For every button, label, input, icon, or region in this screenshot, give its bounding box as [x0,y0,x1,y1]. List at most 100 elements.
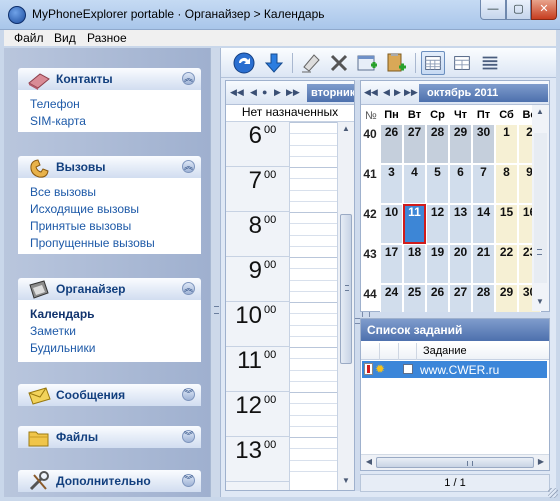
day-cell[interactable]: 27 [403,124,426,164]
day-cell[interactable]: 3 [380,164,403,204]
day-cell[interactable]: 21 [472,244,495,284]
task-checkbox[interactable] [403,364,413,374]
right-arrow-icon[interactable]: ▶ [274,87,281,98]
day-cell[interactable]: 28 [426,124,449,164]
delete-x-icon[interactable] [327,51,351,75]
week-number[interactable]: 44 [361,287,379,301]
task-row[interactable]: ✹ www.CWER.ru [362,361,547,378]
day-scrollbar[interactable]: ▲ ▼ [337,122,354,490]
sidebar-section-contacts[interactable]: Контакты ︽ [18,68,201,90]
sidebar-splitter[interactable] [210,48,221,497]
day-cell[interactable]: 17 [380,244,403,284]
day-cell[interactable]: 15 [495,204,518,244]
chevron-up-icon[interactable]: ︽ [182,160,195,173]
resize-grip-icon[interactable] [548,488,558,498]
chevron-down-icon[interactable]: ︾ [182,388,195,401]
double-left-arrow-icon[interactable]: ◀◀ [364,87,378,98]
maximize-button[interactable]: ▢ [506,0,531,20]
sidebar-item-phone[interactable]: Телефон [30,97,80,111]
day-cell[interactable]: 20 [449,244,472,284]
menu-file[interactable]: Файл [14,31,44,45]
month-view-icon[interactable] [421,51,445,75]
sidebar-item-alarms[interactable]: Будильники [30,341,95,355]
list-view-icon[interactable] [478,51,502,75]
day-cell[interactable]: 26 [380,124,403,164]
download-arrow-icon[interactable] [262,51,286,75]
task-hscrollbar[interactable]: ◀ ▶ [361,454,549,470]
day-cell[interactable]: 22 [495,244,518,284]
week-number[interactable]: 43 [361,247,379,261]
chevron-down-icon[interactable]: ︾ [182,430,195,443]
day-cell[interactable]: 13 [449,204,472,244]
sidebar-section-calls[interactable]: Вызовы ︽ [18,156,201,178]
scroll-left-arrow-icon[interactable]: ◀ [361,455,377,469]
double-left-arrow-icon[interactable]: ◀◀ [230,87,244,98]
day-cell[interactable]: 4 [403,164,426,204]
sidebar-item-outgoing[interactable]: Исходящие вызовы [30,202,139,216]
today-dot-icon[interactable]: ● [262,87,267,97]
slot-line [290,369,337,371]
scroll-thumb[interactable] [340,214,352,364]
time-slots[interactable] [290,122,337,490]
right-arrow-icon[interactable]: ▶ [394,87,401,98]
sidebar-section-extras[interactable]: Дополнительно ︾ [18,470,201,492]
left-arrow-icon[interactable]: ◀ [250,87,257,98]
sidebar-item-sim[interactable]: SIM-карта [30,114,86,128]
day-cell[interactable]: 8 [495,164,518,204]
scroll-right-arrow-icon[interactable]: ▶ [533,455,549,469]
app-logo-icon [8,6,26,24]
new-event-icon[interactable] [355,51,379,75]
week-number[interactable]: 42 [361,207,379,221]
day-cell[interactable]: 30 [472,124,495,164]
week-number[interactable]: 40 [361,127,379,141]
day-cell[interactable]: 1 [495,124,518,164]
close-button[interactable]: ✕ [531,0,557,20]
chevron-up-icon[interactable]: ︽ [182,282,195,295]
sidebar-section-organizer[interactable]: Органайзер ︽ [18,278,201,300]
day-cell[interactable]: 11 [403,204,426,244]
refresh-icon[interactable] [232,51,256,75]
scroll-up-arrow-icon[interactable]: ▲ [338,122,354,136]
chevron-down-icon[interactable]: ︾ [182,474,195,487]
month-scrollbar[interactable]: ▲ ▼ [532,105,549,311]
scroll-down-arrow-icon[interactable]: ▼ [532,295,548,309]
edit-eraser-icon[interactable] [299,51,323,75]
double-right-arrow-icon[interactable]: ▶▶ [286,87,300,98]
scroll-up-arrow-icon[interactable]: ▲ [532,105,548,119]
day-cell[interactable]: 18 [403,244,426,284]
day-cell[interactable]: 14 [472,204,495,244]
sidebar-item-all-calls[interactable]: Все вызовы [30,185,96,199]
sidebar-section-label: Файлы [56,430,99,444]
slot-line [290,459,337,461]
sidebar-item-missed[interactable]: Пропущенные вызовы [30,236,155,250]
day-cell[interactable]: 19 [426,244,449,284]
day-cell[interactable]: 29 [449,124,472,164]
minimize-button[interactable]: — [480,0,506,20]
day-cell[interactable]: 12 [426,204,449,244]
day-cell[interactable]: 7 [472,164,495,204]
sidebar-item-calendar[interactable]: Календарь [30,307,95,321]
scroll-thumb[interactable] [376,457,534,468]
day-cell[interactable]: 5 [426,164,449,204]
day-cell[interactable]: 6 [449,164,472,204]
sidebar-item-received[interactable]: Принятые вызовы [30,219,131,233]
weekday-label: Ср [430,109,445,121]
week-view-icon[interactable] [450,51,474,75]
chevron-up-icon[interactable]: ︽ [182,72,195,85]
scroll-down-arrow-icon[interactable]: ▼ [338,474,354,488]
day-tab[interactable]: вторник [307,84,354,102]
week-number[interactable]: 41 [361,167,379,181]
day-cell[interactable]: 10 [380,204,403,244]
slot-line [290,437,337,438]
sidebar-section-label: Дополнительно [56,474,151,488]
sidebar-section-messages[interactable]: Сообщения ︾ [18,384,201,406]
scroll-track[interactable] [534,133,547,283]
sidebar-item-notes[interactable]: Заметки [30,324,76,338]
left-arrow-icon[interactable]: ◀ [383,87,390,98]
task-column-label[interactable]: Задание [423,345,467,357]
sidebar-section-files[interactable]: Файлы ︾ [18,426,201,448]
menu-view[interactable]: Вид [54,31,76,45]
new-task-icon[interactable] [384,51,408,75]
menu-misc[interactable]: Разное [87,31,127,45]
double-right-arrow-icon[interactable]: ▶▶ [404,87,418,98]
